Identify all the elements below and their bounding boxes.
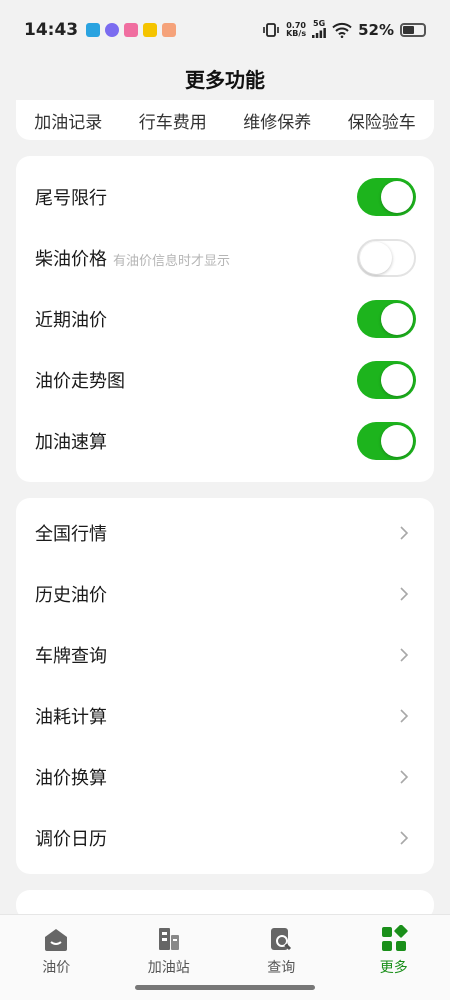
tab-label: 查询 — [267, 960, 296, 976]
list-item-label: 全国行情 — [35, 523, 107, 545]
switch-label: 加油速算 — [35, 431, 107, 453]
record-tabs-card: 加油记录 行车费用 维修保养 保险验车 — [16, 100, 434, 140]
chevron-right-icon — [400, 647, 409, 662]
telegram-icon — [86, 23, 101, 37]
app-yellow-icon — [143, 23, 158, 37]
price-trend-toggle[interactable] — [357, 360, 416, 399]
list-item-plate-query[interactable]: 车牌查询 — [16, 624, 434, 685]
switch-label: 油价走势图 — [35, 370, 125, 392]
switch-row-price-trend: 油价走势图 — [16, 349, 434, 410]
app-cat-icon — [162, 23, 177, 37]
notification-icons — [86, 23, 177, 37]
chevron-right-icon — [400, 525, 409, 540]
diesel-price-toggle[interactable] — [357, 238, 416, 277]
chevron-right-icon — [400, 708, 409, 723]
list-item-label: 历史油价 — [35, 584, 107, 606]
home-indicator[interactable] — [135, 985, 315, 990]
search-doc-icon — [271, 928, 292, 951]
bilibili-icon — [124, 23, 139, 37]
settings-switch-card: 尾号限行 柴油价格 有油价信息时才显示 近期油价 油价走势图 加油速算 — [16, 156, 434, 482]
switch-row-diesel-price: 柴油价格 有油价信息时才显示 — [16, 227, 434, 288]
switch-hint: 有油价信息时才显示 — [113, 253, 231, 269]
tab-oil-price[interactable]: 油价 — [0, 915, 113, 1000]
plate-restriction-toggle[interactable] — [357, 177, 416, 216]
recent-price-toggle[interactable] — [357, 299, 416, 338]
list-item-label: 调价日历 — [35, 828, 107, 850]
vibrate-icon — [263, 23, 279, 37]
tab-insurance[interactable]: 保险验车 — [348, 108, 416, 133]
switch-row-recent-price: 近期油价 — [16, 288, 434, 349]
switch-label: 近期油价 — [35, 309, 107, 331]
tab-driving-cost[interactable]: 行车费用 — [139, 108, 207, 133]
list-item-label: 车牌查询 — [35, 645, 107, 667]
battery-percent: 52% — [358, 21, 394, 39]
list-item-fuel-consumption[interactable]: 油耗计算 — [16, 685, 434, 746]
signal-icon — [312, 28, 326, 38]
list-item-label: 油耗计算 — [35, 706, 107, 728]
tab-maintenance[interactable]: 维修保养 — [243, 108, 311, 133]
tab-label: 加油站 — [147, 960, 190, 976]
chevron-right-icon — [400, 830, 409, 845]
tab-label: 更多 — [379, 960, 408, 976]
status-bar: 14:43 0.70 KB/s 5G 52% — [0, 0, 450, 60]
net-speed: 0.70 KB/s — [286, 21, 307, 38]
station-icon — [158, 928, 179, 950]
wifi-icon — [332, 22, 352, 38]
network-type: 5G — [312, 20, 326, 40]
status-right: 0.70 KB/s 5G 52% — [262, 20, 426, 40]
switch-label: 尾号限行 — [35, 187, 107, 209]
battery-icon — [400, 23, 426, 37]
list-item-price-conversion[interactable]: 油价换算 — [16, 746, 434, 807]
switch-row-quick-calc: 加油速算 — [16, 410, 434, 471]
list-item-national-market[interactable]: 全国行情 — [16, 502, 434, 563]
list-item-label: 油价换算 — [35, 767, 107, 789]
feature-list-card: 全国行情 历史油价 车牌查询 油耗计算 油价换算 调价日历 — [16, 498, 434, 874]
home-icon — [45, 929, 68, 951]
list-item-history-price[interactable]: 历史油价 — [16, 563, 434, 624]
chevron-right-icon — [400, 586, 409, 601]
quick-calc-toggle[interactable] — [357, 421, 416, 460]
chevron-right-icon — [400, 769, 409, 784]
app-icon — [105, 23, 120, 37]
grid-icon — [381, 925, 408, 951]
page-title: 更多功能 — [185, 68, 265, 92]
tab-more[interactable]: 更多 — [338, 915, 450, 1000]
header: 更多功能 — [0, 60, 450, 100]
tab-fuel-record[interactable]: 加油记录 — [34, 108, 102, 133]
list-item-price-calendar[interactable]: 调价日历 — [16, 807, 434, 868]
status-time: 14:43 — [24, 20, 79, 40]
switch-row-plate-restriction: 尾号限行 — [16, 166, 434, 227]
tab-label: 油价 — [42, 960, 71, 976]
switch-label: 柴油价格 — [35, 248, 107, 270]
